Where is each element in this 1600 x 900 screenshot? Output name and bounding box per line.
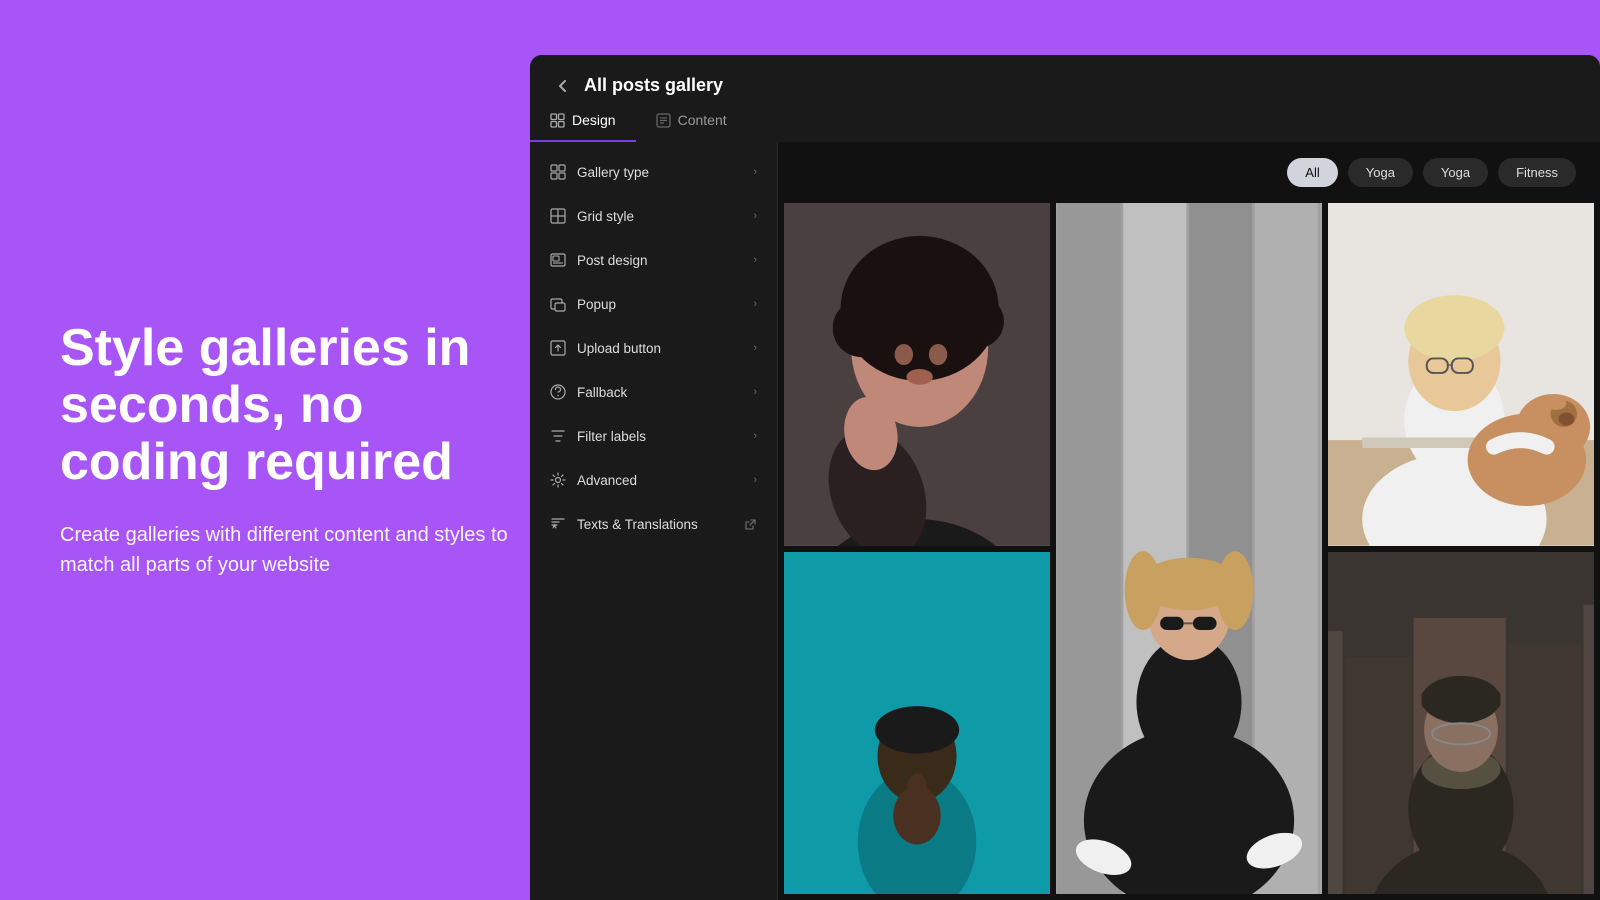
filter-yoga1-button[interactable]: Yoga [1348,158,1413,187]
post-design-chevron: › [753,254,757,266]
design-tab-icon [550,113,565,128]
sidebar: Gallery type › Grid style › [530,142,778,900]
grid-style-label: Grid style [577,209,634,224]
subtext: Create galleries with different content … [60,520,520,580]
back-button[interactable] [554,77,572,95]
texts-translations-label: Texts & Translations [577,517,698,532]
photo-svg-2 [1056,203,1322,894]
photo-cell-3 [1328,203,1594,546]
post-design-label: Post design [577,253,648,268]
upload-button-chevron: › [753,342,757,354]
sidebar-item-popup[interactable]: Popup › [530,282,777,326]
filter-all-button[interactable]: All [1287,158,1337,187]
app-window: All posts gallery Design Content [530,55,1600,900]
title-bar: All posts gallery [530,55,1600,96]
filter-labels-label: Filter labels [577,429,646,444]
upload-button-icon [550,340,566,356]
photo-svg-3 [1328,203,1594,546]
design-tab-label: Design [572,112,616,128]
content-tab-label: Content [678,112,727,128]
sidebar-item-filter-labels[interactable]: Filter labels › [530,414,777,458]
filter-labels-chevron: › [753,430,757,442]
gallery-type-chevron: › [753,166,757,178]
external-link-icon [744,518,757,531]
popup-label: Popup [577,297,616,312]
advanced-label: Advanced [577,473,637,488]
photo-cell-1 [784,203,1050,546]
sidebar-item-gallery-type[interactable]: Gallery type › [530,150,777,194]
upload-button-label: Upload button [577,341,661,356]
sidebar-item-fallback[interactable]: Fallback › [530,370,777,414]
photo-svg-5 [1328,552,1594,895]
sidebar-item-post-design[interactable]: Post design › [530,238,777,282]
popup-chevron: › [753,298,757,310]
content-tab-icon [656,113,671,128]
filter-bar: All Yoga Yoga Fitness [778,142,1600,203]
gallery-area: All Yoga Yoga Fitness [778,142,1600,900]
photo-cell-5 [1328,552,1594,895]
tabs-row: Design Content [530,100,1600,142]
filter-labels-icon [550,428,566,444]
tab-design[interactable]: Design [530,100,636,142]
texts-translations-icon [550,516,566,532]
fallback-label: Fallback [577,385,627,400]
photo-svg-4 [784,552,1050,895]
gallery-type-label: Gallery type [577,165,649,180]
sidebar-item-advanced[interactable]: Advanced › [530,458,777,502]
advanced-chevron: › [753,474,757,486]
photo-grid [778,203,1600,900]
gallery-type-icon [550,164,566,180]
headline: Style galleries in seconds, no coding re… [60,320,520,492]
filter-yoga2-button[interactable]: Yoga [1423,158,1488,187]
post-design-icon [550,252,566,268]
back-arrow-icon [554,77,572,95]
fallback-icon [550,384,566,400]
grid-style-icon [550,208,566,224]
window-title: All posts gallery [584,75,723,96]
photo-cell-4 [784,552,1050,895]
filter-fitness-button[interactable]: Fitness [1498,158,1576,187]
photo-svg-1 [784,203,1050,546]
sidebar-item-grid-style[interactable]: Grid style › [530,194,777,238]
left-panel: Style galleries in seconds, no coding re… [60,320,520,580]
main-content: Gallery type › Grid style › [530,142,1600,900]
tab-content[interactable]: Content [636,100,747,142]
photo-cell-2 [1056,203,1322,894]
popup-icon [550,296,566,312]
advanced-icon [550,472,566,488]
sidebar-item-upload-button[interactable]: Upload button › [530,326,777,370]
sidebar-item-texts-translations[interactable]: Texts & Translations [530,502,777,546]
grid-style-chevron: › [753,210,757,222]
fallback-chevron: › [753,386,757,398]
